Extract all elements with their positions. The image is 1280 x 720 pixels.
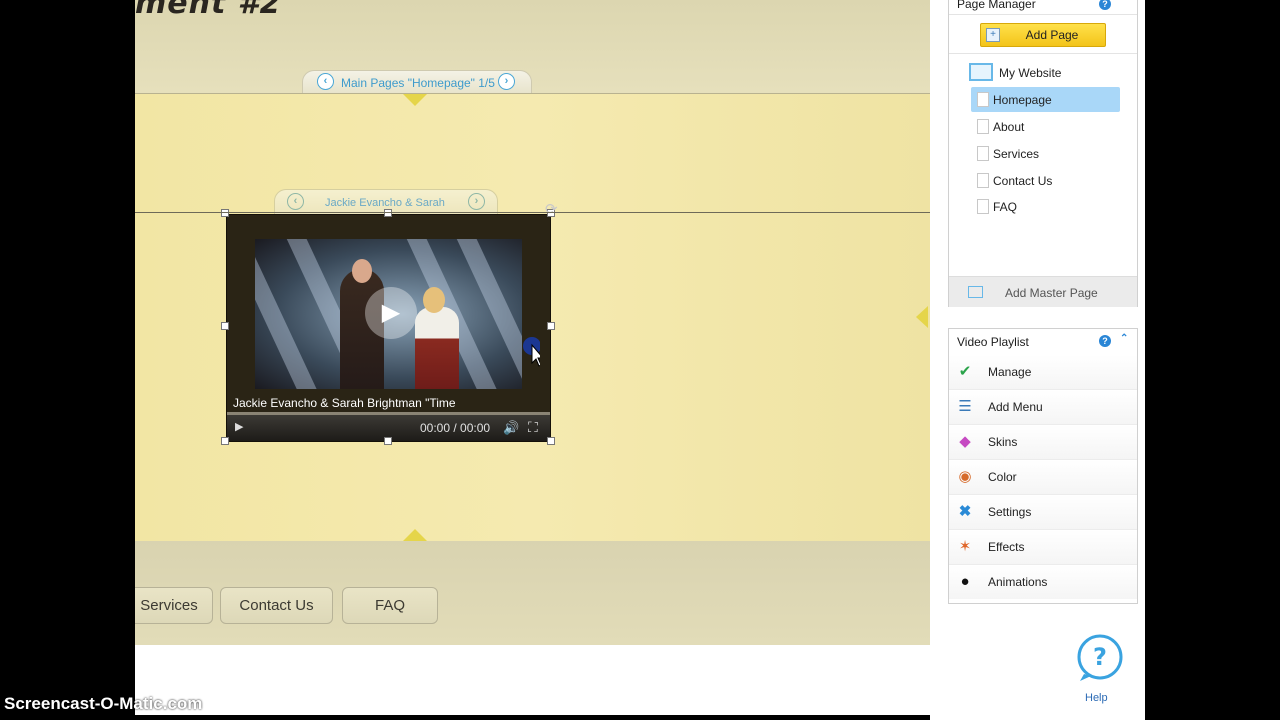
video-playlist-title: Video Playlist	[957, 335, 1029, 349]
mouse-ears-icon: ●	[960, 573, 970, 590]
playlist-effects-label: Effects	[988, 540, 1025, 554]
page-manager-panel: Page Manager ? ⌃ + Add Page My Website H…	[948, 0, 1138, 307]
help-label[interactable]: Help	[1085, 692, 1108, 704]
resize-handle[interactable]	[547, 322, 555, 330]
body-section[interactable]: ‹ Jackie Evancho & Sarah › ▶ Jackie Evan…	[135, 93, 930, 543]
tree-root-my-website[interactable]: My Website	[999, 66, 1061, 80]
tree-page-about[interactable]: About	[993, 120, 1024, 134]
time-display: 00:00 / 00:00	[420, 421, 491, 435]
page-icon	[977, 146, 989, 161]
playlist-settings[interactable]: ✖ Settings	[949, 495, 1137, 530]
page-icon	[977, 92, 989, 107]
playlist-color-label: Color	[988, 470, 1017, 484]
footer-section[interactable]: Services Contact Us FAQ	[135, 541, 930, 645]
tools-icon: ✖	[958, 503, 972, 520]
help-icon[interactable]: ?	[1099, 0, 1111, 10]
video-playlist-panel: Video Playlist ? ⌃ ✔ Manage ☰ Add Menu ◆…	[948, 328, 1138, 604]
prev-widget-icon[interactable]: ‹	[287, 193, 304, 210]
help-bubble-icon[interactable]: ?	[1076, 634, 1124, 682]
resize-bottom-handle-icon[interactable]	[403, 529, 427, 541]
video-thumbnail[interactable]: ▶	[255, 239, 522, 389]
resize-handle[interactable]	[547, 437, 555, 445]
playlist-animations[interactable]: ● Animations	[949, 565, 1137, 599]
add-master-page-button[interactable]: Add Master Page	[949, 276, 1137, 307]
resize-handle[interactable]	[221, 437, 229, 445]
page-navigator: ‹ Main Pages "Homepage" 1/5 ›	[302, 70, 532, 93]
prev-page-icon[interactable]: ‹	[317, 73, 334, 90]
page-icon	[977, 173, 989, 188]
page-navigator-label: Main Pages "Homepage" 1/5	[341, 76, 495, 90]
playlist-skins[interactable]: ◆ Skins	[949, 425, 1137, 460]
playlist-animations-label: Animations	[988, 575, 1048, 589]
shield-check-icon: ✔	[958, 363, 972, 380]
resize-handle[interactable]	[384, 437, 392, 445]
tree-page-homepage[interactable]: Homepage	[993, 93, 1052, 107]
rotate-icon[interactable]: ⟳	[545, 200, 558, 218]
help-icon[interactable]: ?	[1099, 335, 1111, 347]
video-widget-label: Jackie Evancho & Sarah	[325, 197, 445, 209]
add-master-page-label: Add Master Page	[1005, 286, 1098, 300]
tree-page-contact-us[interactable]: Contact Us	[993, 174, 1052, 188]
page-manager-title: Page Manager	[957, 0, 1036, 11]
effects-icon: ✶	[958, 538, 972, 555]
play-icon[interactable]: ▶	[235, 420, 243, 433]
volume-icon[interactable]: 🔊	[503, 420, 519, 436]
video-title: Jackie Evancho & Sarah Brightman "Time	[233, 396, 456, 410]
playlist-effects[interactable]: ✶ Effects	[949, 530, 1137, 565]
playlist-skins-label: Skins	[988, 435, 1018, 449]
recording-watermark: Screencast-O-Matic.com	[4, 694, 203, 713]
page-icon	[977, 119, 989, 134]
playlist-color[interactable]: ◉ Color	[949, 460, 1137, 495]
playlist-manage-label: Manage	[988, 365, 1032, 379]
svg-text:?: ?	[1093, 643, 1107, 671]
master-page-icon	[968, 286, 983, 298]
fullscreen-icon[interactable]: ⛶	[528, 419, 538, 436]
website-icon	[969, 63, 993, 81]
add-page-button[interactable]: + Add Page	[980, 23, 1106, 47]
site-logo-text[interactable]: ment #2	[135, 0, 282, 21]
add-page-label: Add Page	[1025, 28, 1079, 42]
play-overlay-icon[interactable]: ▶	[365, 287, 417, 339]
playlist-add-menu[interactable]: ☰ Add Menu	[949, 390, 1137, 425]
resize-handle[interactable]	[221, 322, 229, 330]
color-palette-icon: ◉	[958, 468, 972, 485]
next-widget-icon[interactable]: ›	[468, 193, 485, 210]
tree-page-services[interactable]: Services	[993, 147, 1039, 161]
header-section[interactable]: ment #2 ‹ Main Pages "Homepage" 1/5 ›	[135, 0, 930, 93]
collapse-icon[interactable]: ⌃	[1120, 0, 1128, 7]
page-icon	[977, 199, 989, 214]
playlist-settings-label: Settings	[988, 505, 1032, 519]
resize-handle[interactable]	[221, 209, 229, 217]
menu-icon: ☰	[958, 398, 972, 415]
mouse-cursor-icon	[523, 337, 540, 367]
playlist-manage[interactable]: ✔ Manage	[949, 355, 1137, 390]
video-player-widget[interactable]: ▶ Jackie Evancho & Sarah Brightman "Time…	[226, 214, 551, 442]
tree-page-faq[interactable]: FAQ	[993, 200, 1017, 214]
playlist-add-menu-label: Add Menu	[988, 400, 1043, 414]
collapse-icon[interactable]: ⌃	[1120, 333, 1128, 344]
footer-nav-faq[interactable]: FAQ	[342, 587, 438, 624]
screen-border	[1145, 0, 1280, 720]
resize-right-handle-icon[interactable]	[916, 306, 928, 328]
footer-nav-contact[interactable]: Contact Us	[220, 587, 333, 624]
resize-handle[interactable]	[384, 209, 392, 217]
next-page-icon[interactable]: ›	[498, 73, 515, 90]
footer-nav-services[interactable]: Services	[135, 587, 213, 624]
editor-canvas[interactable]: ment #2 ‹ Main Pages "Homepage" 1/5 › ‹ …	[135, 0, 930, 645]
skins-icon: ◆	[959, 433, 971, 450]
resize-top-handle-icon[interactable]	[403, 94, 427, 106]
